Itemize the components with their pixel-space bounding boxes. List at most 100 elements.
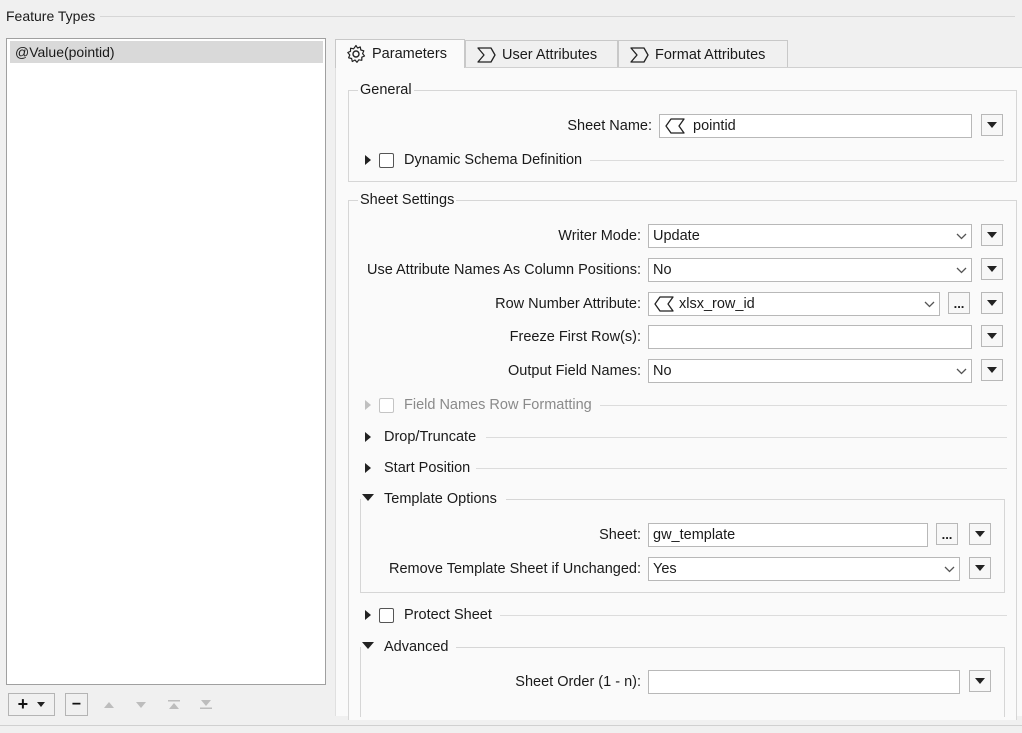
sheet-settings-title: Sheet Settings: [358, 192, 457, 208]
row-number-attr-label: Row Number Attribute:: [495, 296, 641, 312]
add-button[interactable]: +: [8, 693, 55, 716]
use-attr-names-select[interactable]: No: [648, 258, 972, 282]
section-divider: [590, 160, 1004, 161]
move-top-button[interactable]: [162, 693, 186, 716]
sheet-order-label: Sheet Order (1 - n):: [515, 674, 641, 690]
output-field-names-value: No: [653, 363, 672, 379]
freeze-first-rows-field[interactable]: [648, 325, 972, 349]
drop-truncate-label[interactable]: Drop/Truncate: [384, 429, 476, 445]
sheet-name-menu-button[interactable]: [981, 114, 1003, 136]
protect-sheet-label: Protect Sheet: [404, 607, 492, 623]
use-attr-names-value: No: [653, 262, 672, 278]
field-names-row-formatting-label: Field Names Row Formatting: [404, 397, 592, 413]
dynamic-schema-expander[interactable]: [365, 155, 371, 165]
template-options-label[interactable]: Template Options: [384, 491, 497, 507]
dropdown-arrow-icon: [987, 232, 997, 238]
dropdown-arrow-icon: [987, 122, 997, 128]
dropdown-arrow-icon: [987, 300, 997, 306]
use-attr-names-menu-button[interactable]: [981, 258, 1003, 280]
template-sheet-browse-button[interactable]: ...: [936, 523, 958, 545]
move-down-button[interactable]: [129, 693, 153, 716]
dropdown-arrow-icon: [987, 333, 997, 339]
arrow-down-icon: [136, 701, 146, 708]
expand-arrow-icon: [365, 400, 371, 410]
section-divider: [476, 468, 1007, 469]
start-position-expander[interactable]: [365, 463, 371, 473]
row-number-attr-browse-button[interactable]: ...: [948, 292, 970, 314]
chevron-down-icon: [924, 301, 935, 307]
row-number-attr-value: xlsx_row_id: [679, 296, 755, 312]
remove-template-label: Remove Template Sheet if Unchanged:: [388, 561, 641, 577]
section-divider: [500, 615, 1007, 616]
panel-title: Feature Types: [6, 8, 96, 24]
sigma-icon: [477, 46, 496, 63]
remove-button[interactable]: −: [65, 693, 88, 716]
writer-mode-value: Update: [653, 228, 700, 244]
start-position-label[interactable]: Start Position: [384, 460, 470, 476]
dropdown-arrow-icon: [37, 702, 46, 707]
dropdown-arrow-icon: [987, 266, 997, 272]
writer-mode-select[interactable]: Update: [648, 224, 972, 248]
minus-icon: −: [71, 695, 82, 713]
remove-template-select[interactable]: Yes: [648, 557, 960, 581]
tab-label: User Attributes: [502, 46, 598, 63]
freeze-first-rows-menu-button[interactable]: [981, 325, 1003, 347]
feature-types-list[interactable]: @Value(pointid): [6, 38, 326, 685]
freeze-first-rows-label: Freeze First Row(s):: [509, 329, 641, 345]
dynamic-schema-label: Dynamic Schema Definition: [404, 152, 583, 168]
output-field-names-select[interactable]: No: [648, 359, 972, 383]
protect-sheet-checkbox[interactable]: [379, 608, 394, 623]
output-field-names-menu-button[interactable]: [981, 359, 1003, 381]
tab-user-attributes[interactable]: User Attributes: [465, 40, 618, 68]
sheet-order-menu-button[interactable]: [969, 670, 991, 692]
template-sheet-label: Sheet:: [599, 527, 641, 543]
writer-mode-label: Writer Mode:: [558, 228, 641, 244]
use-attr-names-label: Use Attribute Names As Column Positions:: [366, 262, 641, 278]
sheet-name-value: pointid: [693, 118, 736, 134]
writer-mode-menu-button[interactable]: [981, 224, 1003, 246]
remove-template-menu-button[interactable]: [969, 557, 991, 579]
dropdown-arrow-icon: [975, 565, 985, 571]
template-sheet-field[interactable]: gw_template: [648, 523, 928, 547]
tab-format-attributes[interactable]: Format Attributes: [618, 40, 788, 68]
arrow-up-icon: [104, 701, 114, 708]
advanced-label[interactable]: Advanced: [384, 639, 449, 655]
sigma-icon: [630, 46, 649, 63]
move-up-button[interactable]: [97, 693, 121, 716]
window-bottom-divider: [0, 725, 1022, 726]
expand-arrow-icon: [365, 155, 371, 165]
move-bottom-button[interactable]: [194, 693, 218, 716]
general-group-title: General: [358, 82, 414, 98]
field-names-row-formatting-expander: [365, 400, 371, 410]
expand-arrow-icon: [365, 610, 371, 620]
dropdown-arrow-icon: [975, 531, 985, 537]
plus-icon: +: [17, 694, 29, 714]
ellipsis-icon: ...: [953, 295, 965, 311]
advanced-expander[interactable]: [362, 642, 374, 649]
section-divider: [486, 437, 1007, 438]
ellipsis-icon: ...: [941, 526, 953, 542]
sheet-name-label: Sheet Name:: [567, 118, 652, 134]
tab-parameters[interactable]: Parameters: [335, 39, 465, 68]
output-field-names-label: Output Field Names:: [508, 363, 641, 379]
sheet-name-field[interactable]: pointid: [659, 114, 972, 138]
row-number-attr-menu-button[interactable]: [981, 292, 1003, 314]
drop-truncate-expander[interactable]: [365, 432, 371, 442]
row-number-attr-select[interactable]: xlsx_row_id: [648, 292, 940, 316]
template-sheet-menu-button[interactable]: [969, 523, 991, 545]
list-item[interactable]: @Value(pointid): [10, 41, 323, 63]
template-options-expander[interactable]: [362, 494, 374, 501]
chevron-down-icon: [956, 267, 967, 273]
move-to-bottom-icon: [200, 700, 212, 709]
field-names-row-formatting-checkbox: [379, 398, 394, 413]
protect-sheet-expander[interactable]: [365, 610, 371, 620]
expand-arrow-icon: [365, 463, 371, 473]
sheet-order-field[interactable]: [648, 670, 960, 694]
expand-arrow-icon: [365, 432, 371, 442]
chevron-down-icon: [956, 233, 967, 239]
section-divider: [600, 405, 1007, 406]
attribute-value-icon: [665, 118, 685, 134]
dynamic-schema-checkbox[interactable]: [379, 153, 394, 168]
panel-title-divider: [100, 16, 1015, 17]
collapse-arrow-icon: [362, 494, 374, 501]
